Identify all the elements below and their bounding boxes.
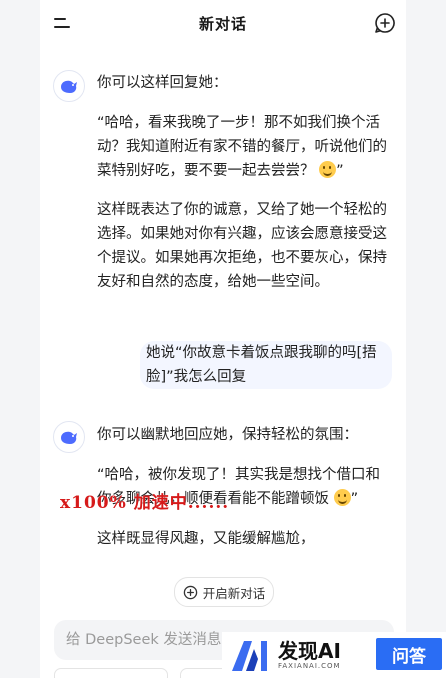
- smile-emoji-icon: [319, 161, 337, 178]
- assistant-intro: 你可以这样回复她：: [97, 75, 228, 91]
- brand-name: 发现AI: [278, 639, 341, 663]
- assistant-explanation: 这样既表达了你的诚意，又给了她一个轻松的选择。如果她对你有兴趣，应该会愿意接受这…: [97, 202, 387, 290]
- chat-screen: 新对话 你可以这样回复她： “哈哈，看来我晚了一步！那不如我们换个活动？我知道附…: [40, 0, 406, 678]
- deepseek-whale-icon: [61, 431, 77, 444]
- assistant-avatar: [53, 421, 85, 453]
- assistant-quote-end: ”: [336, 163, 344, 179]
- menu-icon[interactable]: [54, 16, 72, 30]
- brand-qa-badge: 问答: [376, 638, 442, 670]
- assistant-explanation: 这样既显得风趣，又能缓解尴尬，: [97, 531, 315, 547]
- brand-logo-icon: [232, 641, 267, 671]
- speed-up-overlay: x100% 加速中......: [60, 493, 230, 513]
- assistant-quote-end: ”: [350, 491, 359, 507]
- new-chat-button[interactable]: 开启新对话: [174, 577, 274, 607]
- assistant-avatar: [53, 70, 85, 102]
- assistant-intro: 你可以幽默地回应她，保持轻松的氛围：: [97, 427, 358, 443]
- new-chat-label: 开启新对话: [202, 585, 266, 601]
- assistant-quote: “哈哈，看来我晚了一步！那不如我们换个活动？我知道附近有家不错的餐厅，听说他们的…: [97, 111, 387, 183]
- deepseek-whale-icon: [61, 80, 77, 93]
- page-title: 新对话: [198, 14, 247, 33]
- smile-emoji-icon: [333, 489, 351, 506]
- new-chat-icon[interactable]: [374, 12, 396, 34]
- app-header: 新对话: [40, 0, 406, 46]
- deep-think-toggle[interactable]: [54, 668, 168, 678]
- plus-circle-icon: [183, 585, 197, 599]
- brand-domain: FAXIANAI.COM: [278, 662, 341, 670]
- brand-watermark: 发现AI FAXIANAI.COM 问答: [222, 632, 446, 678]
- user-message: 她说“你故意卡着饭点跟我聊的吗[捂脸]”我怎么回复: [140, 341, 392, 389]
